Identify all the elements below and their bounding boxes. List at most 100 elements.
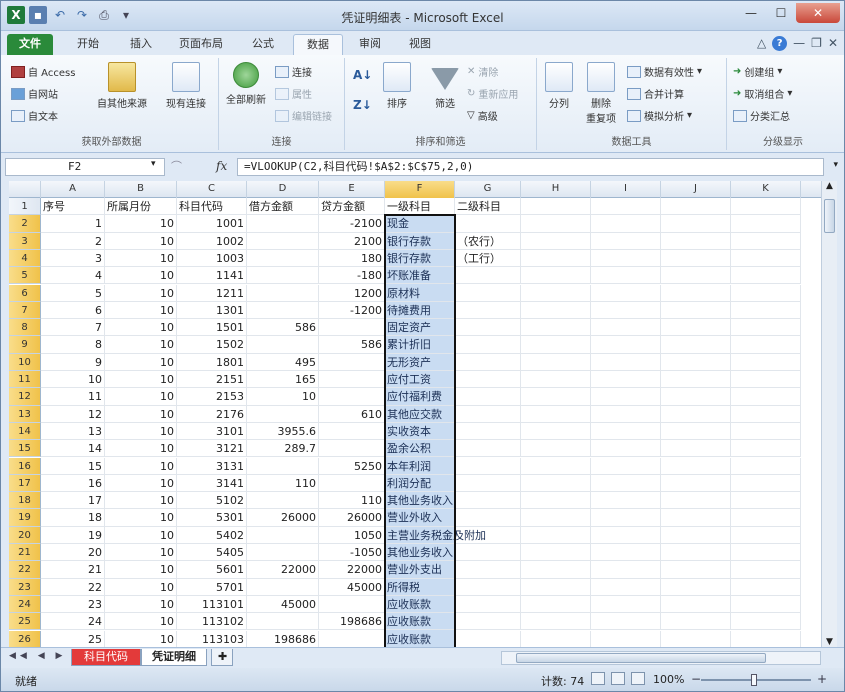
cell-k[interactable] <box>731 595 801 614</box>
cell-k[interactable] <box>731 232 801 250</box>
doc-restore-icon[interactable]: ❐ <box>811 36 822 51</box>
cell-g[interactable] <box>455 630 521 647</box>
cell-h[interactable] <box>521 630 591 647</box>
cell-i[interactable] <box>591 544 661 562</box>
sheet-tab-voucher-detail[interactable]: 凭证明细 <box>141 649 207 666</box>
cell-b[interactable]: 10 <box>105 492 177 510</box>
cell-e[interactable]: -2100 <box>319 215 385 233</box>
cell-i[interactable] <box>591 267 661 285</box>
cell-i[interactable] <box>591 371 661 389</box>
cell-c[interactable]: 5601 <box>177 561 247 579</box>
cell-k[interactable] <box>731 249 801 268</box>
cell-d[interactable] <box>247 613 319 631</box>
cell-b[interactable]: 10 <box>105 267 177 285</box>
header-cell-i[interactable] <box>591 198 661 216</box>
cell-c[interactable]: 1301 <box>177 301 247 320</box>
cell-b[interactable]: 10 <box>105 578 177 596</box>
header-cell-d[interactable]: 借方金额 <box>247 198 319 216</box>
cell-d[interactable] <box>247 267 319 285</box>
cell-j[interactable] <box>661 284 731 302</box>
cell-g[interactable] <box>455 526 521 544</box>
cell-f[interactable]: 应付工资 <box>385 371 455 389</box>
cell-d[interactable]: 495 <box>247 353 319 371</box>
tab-review[interactable]: 审阅 <box>347 34 393 55</box>
column-header-f[interactable]: F <box>385 181 455 198</box>
vertical-scroll-thumb[interactable] <box>824 199 835 233</box>
cell-b[interactable]: 10 <box>105 405 177 423</box>
cell-h[interactable] <box>521 474 591 493</box>
other-sources-button[interactable]: 自其他来源 <box>91 62 153 110</box>
sheet-tab-subject-codes[interactable]: 科目代码 <box>71 649 141 666</box>
column-header-j[interactable]: J <box>661 181 731 198</box>
advanced-filter-button[interactable]: ▽ 高级 <box>467 108 498 123</box>
column-header-i[interactable]: I <box>591 181 661 198</box>
page-layout-view-icon[interactable] <box>611 672 625 685</box>
cell-j[interactable] <box>661 371 731 389</box>
cell-h[interactable] <box>521 561 591 579</box>
cell-f[interactable]: 固定资产 <box>385 319 455 337</box>
cell-e[interactable]: 110 <box>319 492 385 510</box>
cell-h[interactable] <box>521 405 591 423</box>
zoom-slider[interactable] <box>701 674 811 686</box>
cell-f[interactable]: 坏账准备 <box>385 267 455 285</box>
cell-f[interactable]: 应收账款 <box>385 630 455 647</box>
cell-a[interactable]: 25 <box>41 630 105 647</box>
cell-a[interactable]: 5 <box>41 284 105 302</box>
cell-a[interactable]: 19 <box>41 526 105 544</box>
cell-b[interactable]: 10 <box>105 249 177 268</box>
cell-d[interactable]: 26000 <box>247 509 319 527</box>
cell-a[interactable]: 10 <box>41 371 105 389</box>
cell-d[interactable]: 198686 <box>247 630 319 647</box>
consolidate-button[interactable]: 合并计算 <box>627 86 684 101</box>
cell-i[interactable] <box>591 388 661 406</box>
column-header-h[interactable]: H <box>521 181 591 198</box>
cell-a[interactable]: 14 <box>41 440 105 458</box>
horizontal-scrollbar[interactable] <box>501 651 821 665</box>
cell-a[interactable]: 17 <box>41 492 105 510</box>
cell-d[interactable] <box>247 284 319 302</box>
cell-e[interactable] <box>319 388 385 406</box>
existing-connections-button[interactable]: 现有连接 <box>157 62 215 110</box>
cell-c[interactable]: 1141 <box>177 267 247 285</box>
cell-b[interactable]: 10 <box>105 457 177 475</box>
zoom-level[interactable]: 100% <box>653 673 684 686</box>
normal-view-icon[interactable] <box>591 672 605 685</box>
cell-j[interactable] <box>661 561 731 579</box>
row-header[interactable]: 13 <box>9 405 41 423</box>
cell-a[interactable]: 18 <box>41 509 105 527</box>
cell-a[interactable]: 23 <box>41 595 105 614</box>
cell-a[interactable]: 11 <box>41 388 105 406</box>
cell-e[interactable]: 26000 <box>319 509 385 527</box>
cell-f[interactable]: 其他业务收入 <box>385 544 455 562</box>
cell-g[interactable] <box>455 301 521 320</box>
cell-i[interactable] <box>591 457 661 475</box>
cell-k[interactable] <box>731 613 801 631</box>
cell-j[interactable] <box>661 509 731 527</box>
cell-f[interactable]: 利润分配 <box>385 474 455 493</box>
cell-c[interactable]: 3101 <box>177 422 247 441</box>
cell-g[interactable] <box>455 319 521 337</box>
cell-e[interactable] <box>319 371 385 389</box>
sort-desc-icon[interactable]: Z↓ <box>353 98 372 112</box>
minimize-icon[interactable]: — <box>736 3 766 23</box>
column-header-k[interactable]: K <box>731 181 801 198</box>
cell-i[interactable] <box>591 215 661 233</box>
reapply-button[interactable]: ↻ 重新应用 <box>467 86 518 101</box>
cell-h[interactable] <box>521 595 591 614</box>
cell-b[interactable]: 10 <box>105 388 177 406</box>
close-icon[interactable]: ✕ <box>796 3 840 23</box>
cell-e[interactable] <box>319 474 385 493</box>
column-header-c[interactable]: C <box>177 181 247 198</box>
tab-home[interactable]: 开始 <box>63 34 113 55</box>
spreadsheet-grid[interactable]: ABCDEFGHIJK 1 序号 所属月份 科目代码 借方金额 贷方金额 一级科目 二级科目 2… <box>9 181 821 647</box>
cell-d[interactable]: 22000 <box>247 561 319 579</box>
cell-j[interactable] <box>661 422 731 441</box>
data-validation-button[interactable]: 数据有效性 ▾ <box>627 64 702 79</box>
cell-d[interactable]: 45000 <box>247 595 319 614</box>
cell-g[interactable] <box>455 474 521 493</box>
cell-i[interactable] <box>591 595 661 614</box>
cell-f[interactable]: 实收资本 <box>385 422 455 441</box>
text-to-columns-button[interactable]: 分列 <box>539 62 579 110</box>
cell-i[interactable] <box>591 284 661 302</box>
cell-c[interactable]: 1801 <box>177 353 247 371</box>
